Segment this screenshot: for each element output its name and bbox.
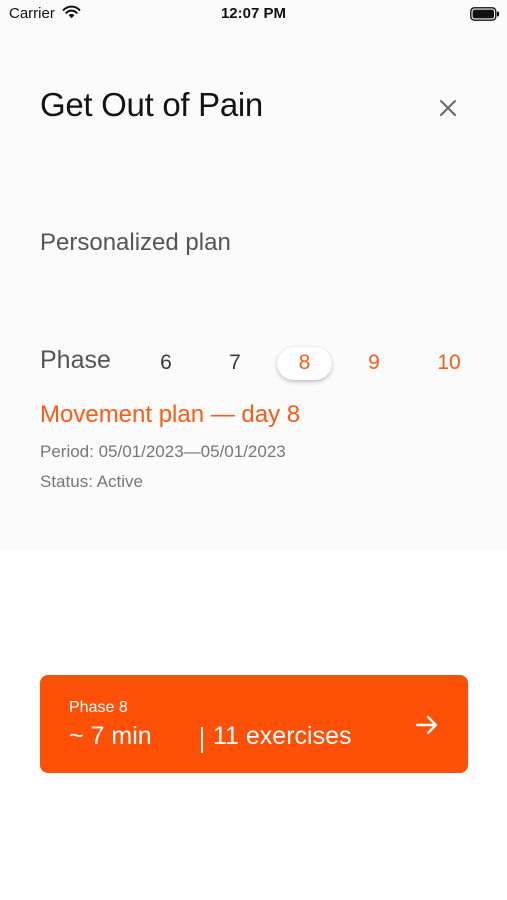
phase-label: Phase [40,346,111,374]
status-bar: Carrier 12:07 PM [0,0,507,30]
plan-status: Status: Active [40,472,143,491]
card-divider [201,727,203,753]
phase-tab-7[interactable]: 7 [219,347,251,380]
phase-tab-8[interactable]: 8 [277,347,332,380]
card-duration: ~ 7 min [69,722,152,750]
arrow-right-icon [415,715,438,735]
battery-icon [470,7,499,21]
top-section [0,0,507,550]
plan-period: Period: 05/01/2023—05/01/2023 [40,442,286,461]
page-title: Get Out of Pain [40,86,263,123]
phase-tab-10[interactable]: 10 [431,347,467,380]
phase-tab-6[interactable]: 6 [150,347,182,380]
card-phase-label: Phase 8 [69,699,128,716]
close-icon[interactable] [436,96,460,120]
plan-title: Movement plan — day 8 [40,401,301,428]
phase-tab-9[interactable]: 9 [358,347,390,380]
clock: 12:07 PM [220,5,287,22]
card-exercise-count: 11 exercises [213,722,352,750]
plan-subtitle: Personalized plan [40,229,231,256]
start-phase-card[interactable]: Phase 8 ~ 7 min 11 exercises [40,675,468,773]
